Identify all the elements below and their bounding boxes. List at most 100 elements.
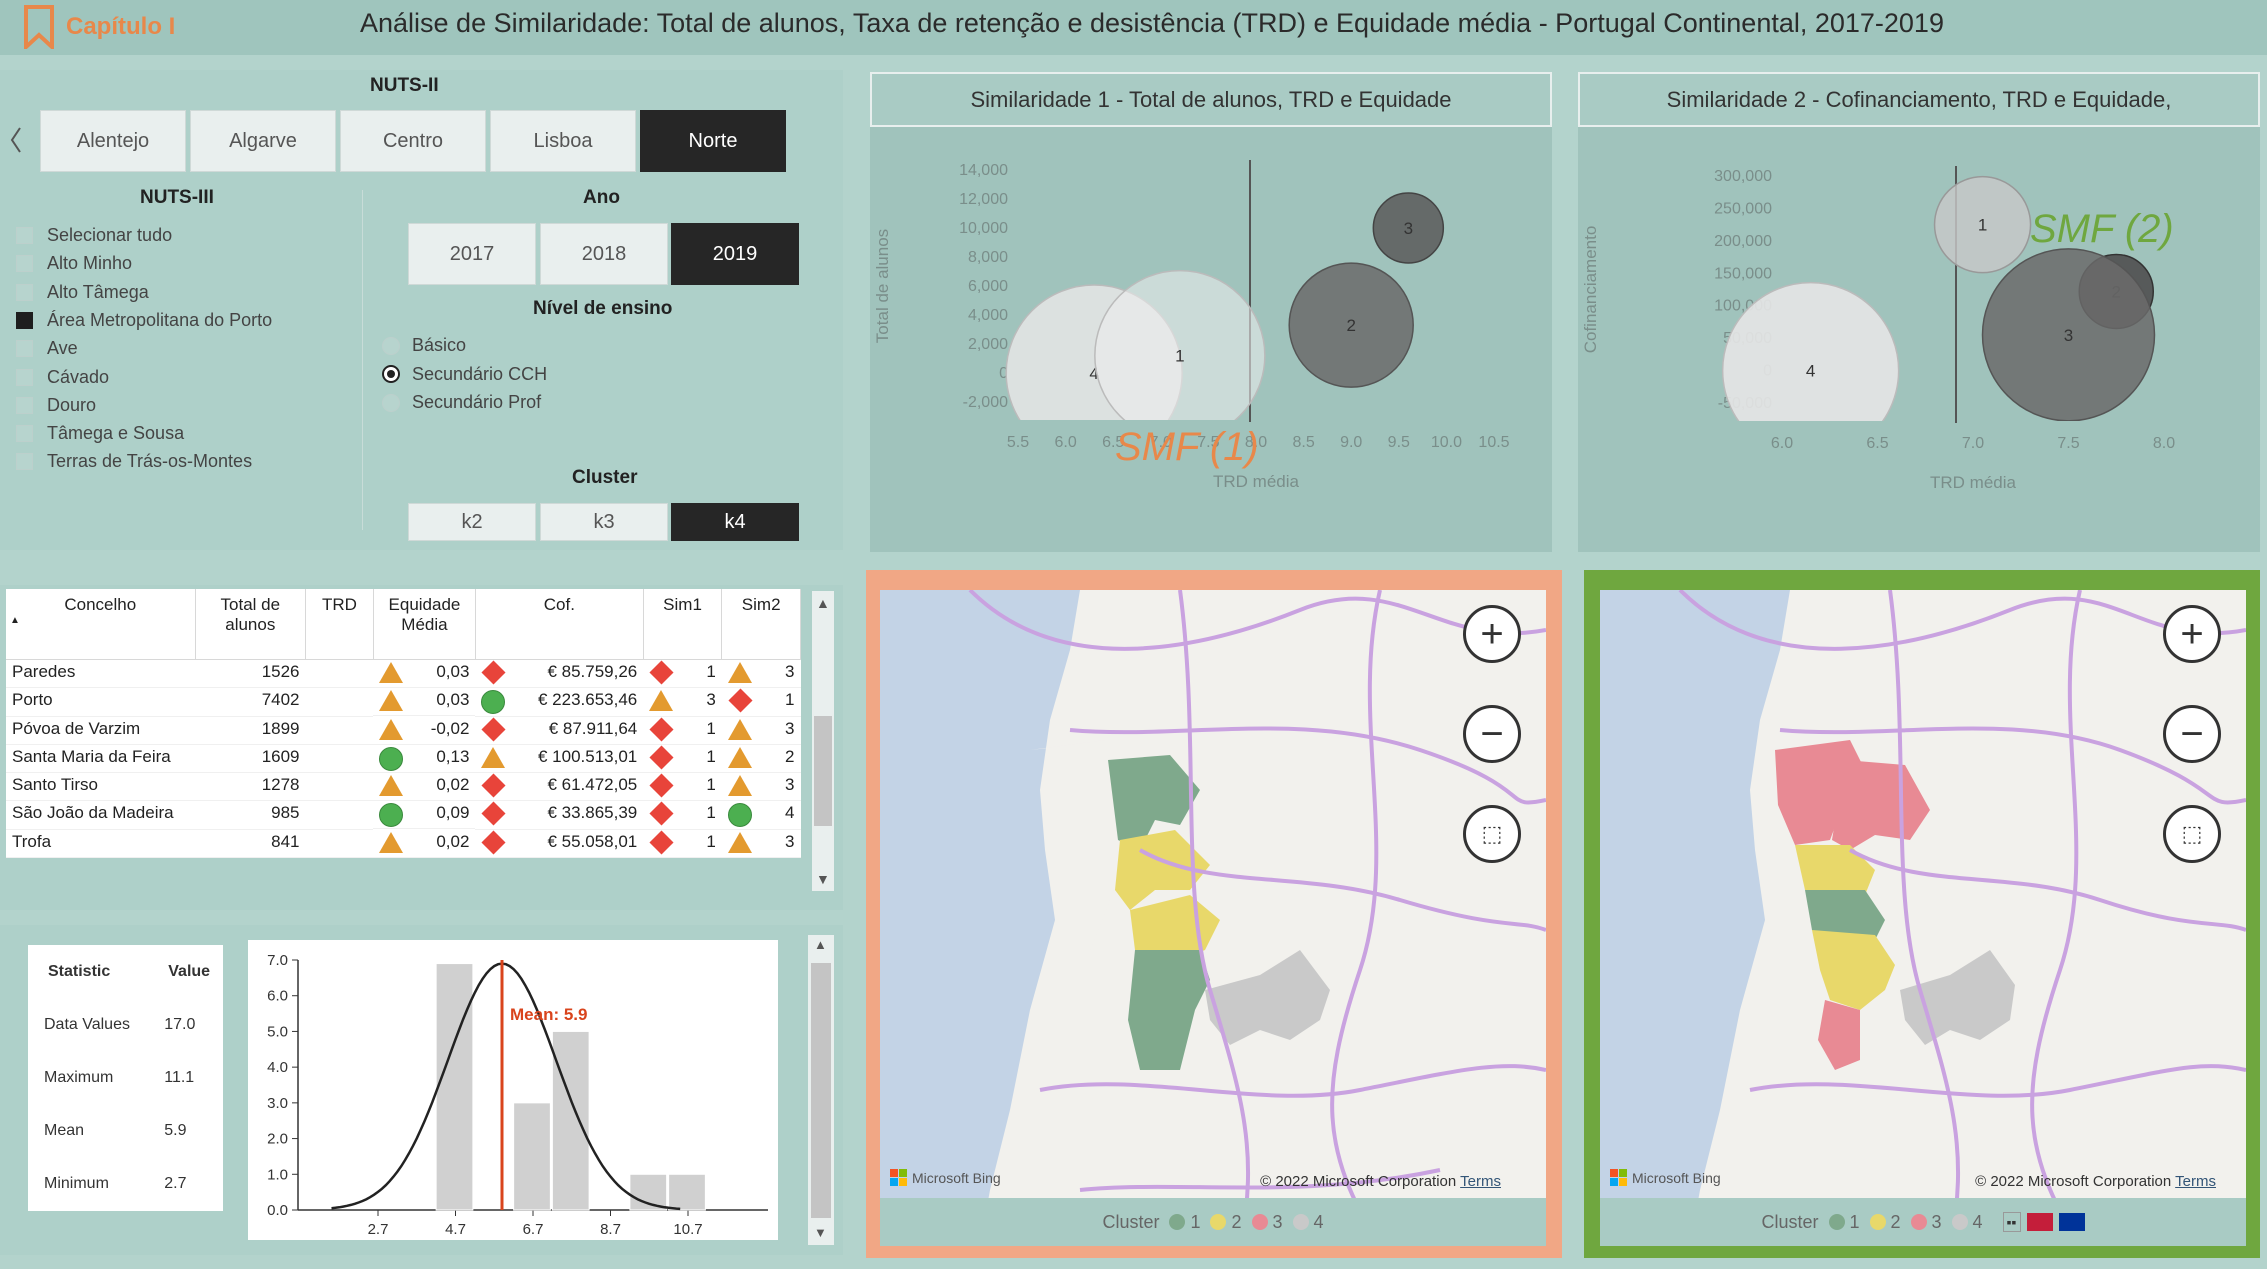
terms-link[interactable]: Terms bbox=[2175, 1173, 2216, 1190]
nuts3-option[interactable]: Selecionar tudo bbox=[16, 225, 172, 246]
nuts3-option[interactable]: Alto Minho bbox=[16, 253, 132, 274]
tab-cluster-k3[interactable]: k3 bbox=[540, 503, 668, 541]
select-area-icon[interactable]: ⬚ bbox=[1463, 805, 1521, 863]
zoom-in-button[interactable]: + bbox=[2163, 605, 2221, 663]
y-axis-label: Cofinanciamento bbox=[1581, 226, 1600, 354]
table-header-label: TRD bbox=[322, 595, 357, 614]
table-row[interactable]: Paredes 1526 0,03 € 85.759,26 1 3 bbox=[6, 659, 801, 688]
map2[interactable]: + − ⬚ Microsoft Bing © 2022 Microsoft Co… bbox=[1600, 590, 2246, 1246]
cof-value: € 100.513,01 bbox=[537, 747, 638, 766]
x-tick-label: 8.5 bbox=[1292, 434, 1314, 451]
cof-value: € 33.865,39 bbox=[547, 803, 638, 822]
stats-scrollbar[interactable]: ▲ ▼ bbox=[808, 935, 834, 1245]
terms-link[interactable]: Terms bbox=[1460, 1173, 1501, 1190]
zoom-in-button[interactable]: + bbox=[1463, 605, 1521, 663]
checkbox-icon[interactable] bbox=[16, 255, 33, 273]
concelho-table-panel: Concelho ▲ Total de alunos TRD Equidade Médi… bbox=[0, 585, 843, 910]
nivel-option[interactable]: Básico bbox=[382, 335, 466, 356]
histogram-bar[interactable] bbox=[435, 963, 474, 1211]
checkbox-icon[interactable] bbox=[16, 453, 33, 471]
map1[interactable]: + − ⬚ Microsoft Bing © 2022 Microsoft Co… bbox=[880, 590, 1546, 1246]
scrollbar-thumb[interactable] bbox=[811, 963, 831, 1218]
nuts3-option[interactable]: Tâmega e Sousa bbox=[16, 423, 184, 444]
cell-total: 1278 bbox=[195, 772, 306, 801]
radio-icon[interactable] bbox=[382, 336, 400, 355]
scroll-down-icon[interactable]: ▼ bbox=[814, 1225, 827, 1240]
histogram-chart[interactable]: 7.0 6.0 5.0 4.0 3.0 2.0 1.0 0.0 2.7 4.7 6.7 8.7 10.7… bbox=[248, 940, 778, 1240]
circle-icon bbox=[379, 746, 404, 771]
table-row[interactable]: Trofa 841 0,02 € 55.058,01 1 3 bbox=[6, 829, 801, 858]
cell-trd bbox=[305, 744, 374, 773]
legend-label: 2 bbox=[1890, 1211, 1901, 1232]
diamond-icon bbox=[728, 688, 753, 713]
zoom-out-button[interactable]: − bbox=[2163, 705, 2221, 763]
nivel-option[interactable]: Secundário CCH bbox=[382, 364, 547, 385]
scroll-up-icon[interactable]: ▲ bbox=[814, 937, 827, 952]
nuts3-option[interactable]: Douro bbox=[16, 395, 96, 416]
checkbox-icon[interactable] bbox=[16, 396, 33, 414]
y-tick-label: 150,000 bbox=[1714, 265, 1772, 282]
similarity1-chart[interactable]: 14,00012,00010,0008,0006,0004,0002,0000-… bbox=[870, 132, 1552, 552]
checkbox-icon[interactable] bbox=[16, 227, 33, 244]
tab-nuts2-centro[interactable]: Centro bbox=[340, 110, 486, 172]
radio-icon[interactable] bbox=[382, 365, 400, 383]
cell-trd bbox=[305, 800, 374, 830]
table-header[interactable]: Cof. bbox=[475, 589, 644, 660]
checkbox-icon[interactable] bbox=[16, 368, 33, 386]
nuts3-option[interactable]: Terras de Trás-os-Montes bbox=[16, 451, 252, 472]
table-header[interactable]: Concelho ▲ bbox=[6, 589, 196, 660]
nuts3-option[interactable]: Alto Tâmega bbox=[16, 282, 149, 303]
tab-nuts2-norte[interactable]: Norte bbox=[640, 110, 786, 172]
scroll-down-icon[interactable]: ▼ bbox=[816, 871, 830, 887]
nuts3-option[interactable]: Cávado bbox=[16, 367, 109, 388]
tab-nuts2-alentejo[interactable]: Alentejo bbox=[40, 110, 186, 172]
stat-value: 11.1 bbox=[164, 1068, 195, 1086]
cell-sim1: 1 bbox=[643, 800, 722, 830]
tab-ano-2019[interactable]: 2019 bbox=[671, 223, 799, 285]
checkbox-icon[interactable] bbox=[16, 425, 33, 443]
table-row[interactable]: Porto 7402 0,03 € 223.653,46 3 1 bbox=[6, 687, 801, 717]
table-header[interactable]: Sim2 bbox=[721, 589, 801, 660]
similarity2-chart[interactable]: 300,000250,000200,000150,000100,00050,00… bbox=[1578, 132, 2260, 552]
table-row[interactable]: São João da Madeira 985 0,09 € 33.865,39 1 4 bbox=[6, 800, 801, 830]
tab-nuts2-lisboa[interactable]: Lisboa bbox=[490, 110, 636, 172]
sort-asc-icon[interactable]: ▲ bbox=[10, 615, 191, 626]
tab-ano-2018[interactable]: 2018 bbox=[540, 223, 668, 285]
tab-ano-2017[interactable]: 2017 bbox=[408, 223, 536, 285]
tab-nuts2-algarve[interactable]: Algarve bbox=[190, 110, 336, 172]
table-row[interactable]: Santa Maria da Feira 1609 0,13 € 100.513,01… bbox=[6, 744, 801, 773]
checkbox-icon[interactable] bbox=[16, 311, 33, 329]
chapter-button[interactable]: Capítulo I bbox=[22, 5, 175, 49]
microsoft-logo-icon bbox=[1610, 1169, 1627, 1186]
nuts3-option[interactable]: Ave bbox=[16, 338, 78, 359]
histogram-bar[interactable] bbox=[551, 1030, 590, 1211]
chevron-left-icon[interactable] bbox=[6, 122, 26, 158]
histogram-bar[interactable] bbox=[668, 1173, 706, 1211]
scrollbar-thumb[interactable] bbox=[814, 716, 832, 826]
diamond-icon bbox=[649, 745, 674, 770]
radio-icon[interactable] bbox=[382, 393, 400, 412]
histogram-bar[interactable] bbox=[513, 1102, 551, 1211]
checkbox-icon[interactable] bbox=[16, 283, 33, 301]
table-header[interactable]: TRD bbox=[305, 589, 374, 660]
sim2-value: 2 bbox=[785, 747, 795, 766]
table-header[interactable]: Equidade Média bbox=[373, 589, 476, 660]
table-header[interactable]: Total de alunos bbox=[195, 589, 307, 660]
scroll-up-icon[interactable]: ▲ bbox=[816, 595, 830, 611]
table-scrollbar[interactable]: ▲ ▼ bbox=[812, 591, 834, 891]
table-row[interactable]: Santo Tirso 1278 0,02 € 61.472,05 1 3 bbox=[6, 772, 801, 801]
x-tick-label: 6.7 bbox=[523, 1221, 544, 1238]
equidade-value: 0,03 bbox=[436, 689, 470, 709]
x-tick-label: 10.5 bbox=[1478, 434, 1509, 451]
zoom-out-button[interactable]: − bbox=[1463, 705, 1521, 763]
select-area-icon[interactable]: ⬚ bbox=[2163, 805, 2221, 863]
tab-cluster-k4[interactable]: k4 bbox=[671, 503, 799, 541]
nuts3-option[interactable]: Área Metropolitana do Porto bbox=[16, 310, 272, 331]
table-row[interactable]: Póvoa de Varzim 1899 -0,02 € 87.911,64 1 3 bbox=[6, 716, 801, 745]
tab-cluster-k2[interactable]: k2 bbox=[408, 503, 536, 541]
circle-icon bbox=[481, 690, 506, 714]
nivel-option[interactable]: Secundário Prof bbox=[382, 392, 541, 413]
table-header[interactable]: Sim1 bbox=[643, 589, 723, 660]
checkbox-icon[interactable] bbox=[16, 340, 33, 358]
bing-label: Microsoft Bing bbox=[912, 1169, 1001, 1186]
